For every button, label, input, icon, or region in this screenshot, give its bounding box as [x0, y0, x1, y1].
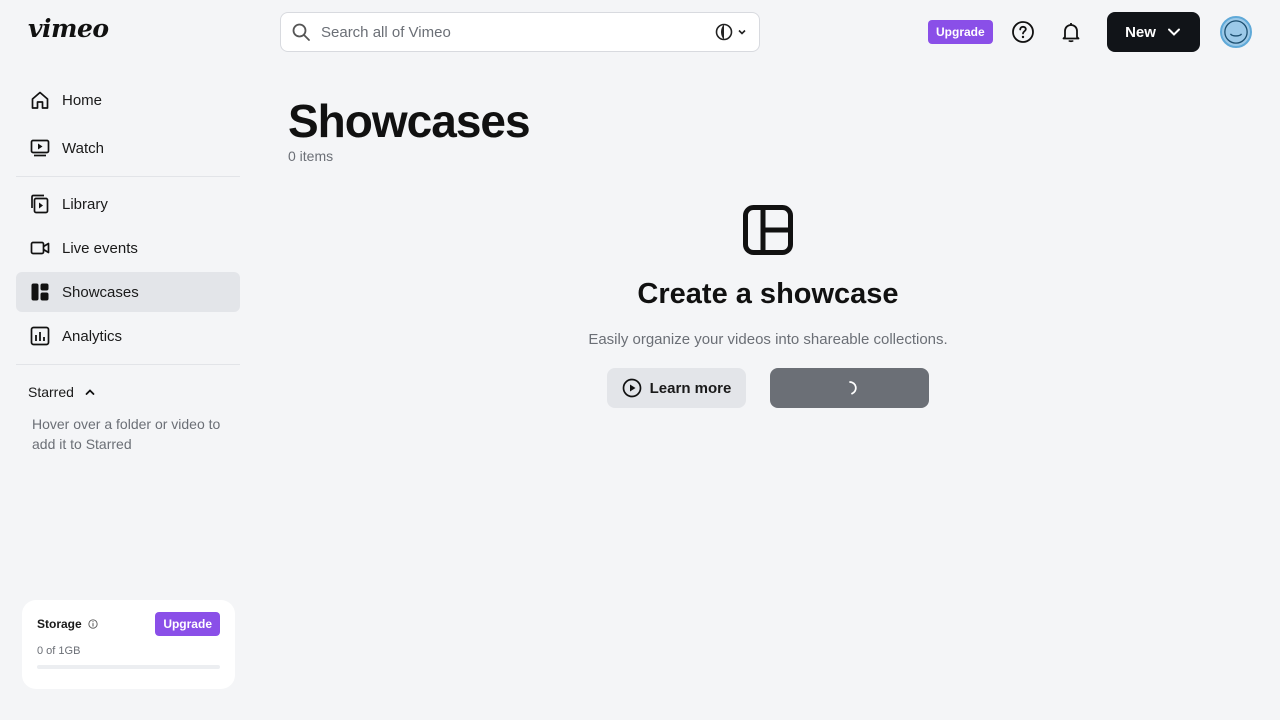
storage-card: Storage Upgrade 0 of 1GB	[22, 600, 235, 689]
sidebar-item-home[interactable]: Home	[16, 80, 240, 120]
sidebar-item-label: Watch	[62, 139, 104, 157]
sidebar-item-label: Home	[62, 91, 103, 109]
item-count: 0 items	[288, 148, 334, 164]
sidebar-item-watch[interactable]: Watch	[16, 128, 240, 168]
upgrade-button[interactable]: Upgrade	[928, 20, 993, 44]
bell-icon[interactable]	[1059, 20, 1083, 44]
sidebar-item-label: Library	[62, 195, 108, 213]
empty-state-title: Create a showcase	[637, 278, 899, 310]
vimeo-logo[interactable]: vimeo	[28, 14, 109, 43]
create-showcase-button[interactable]	[770, 368, 929, 408]
search-icon	[291, 22, 311, 42]
storage-amount: 0 of 1GB	[37, 645, 81, 657]
info-icon[interactable]	[88, 619, 98, 629]
help-icon[interactable]	[1011, 20, 1035, 44]
new-button-label: New	[1125, 23, 1156, 41]
loading-spinner-icon	[848, 381, 857, 395]
play-circle-icon	[622, 378, 641, 398]
camera-icon	[30, 241, 50, 255]
starred-section-toggle[interactable]: Starred	[28, 384, 96, 400]
storage-label: Storage	[37, 617, 82, 631]
learn-more-button[interactable]: Learn more	[607, 368, 746, 408]
showcase-layout-icon	[743, 205, 793, 255]
storage-progress-bar	[37, 665, 220, 669]
empty-state-subtitle: Easily organize your videos into shareab…	[588, 331, 948, 348]
learn-more-label: Learn more	[649, 379, 732, 397]
sidebar-item-label: Live events	[62, 239, 138, 257]
storage-label-group: Storage	[37, 617, 98, 631]
sidebar-divider	[16, 176, 240, 177]
avatar[interactable]	[1220, 16, 1252, 48]
chevron-down-icon	[738, 29, 746, 35]
globe-icon	[715, 23, 733, 41]
page-title: Showcases	[288, 95, 531, 147]
sidebar-item-library[interactable]: Library	[16, 184, 240, 224]
new-button[interactable]: New	[1107, 12, 1200, 52]
watch-icon	[30, 139, 50, 157]
chevron-up-icon	[85, 389, 95, 395]
sidebar-item-live-events[interactable]: Live events	[16, 228, 240, 268]
starred-title: Starred	[28, 384, 74, 400]
search-input[interactable]: Search all of Vimeo	[321, 24, 715, 41]
library-icon	[31, 194, 49, 214]
search-bar[interactable]: Search all of Vimeo	[280, 12, 760, 52]
home-icon	[31, 91, 49, 109]
search-scope-dropdown[interactable]	[715, 23, 747, 41]
starred-hint: Hover over a folder or video to add it t…	[32, 416, 221, 452]
chevron-down-icon	[1167, 28, 1180, 36]
storage-upgrade-button[interactable]: Upgrade	[155, 612, 220, 636]
sidebar-divider	[16, 364, 240, 365]
